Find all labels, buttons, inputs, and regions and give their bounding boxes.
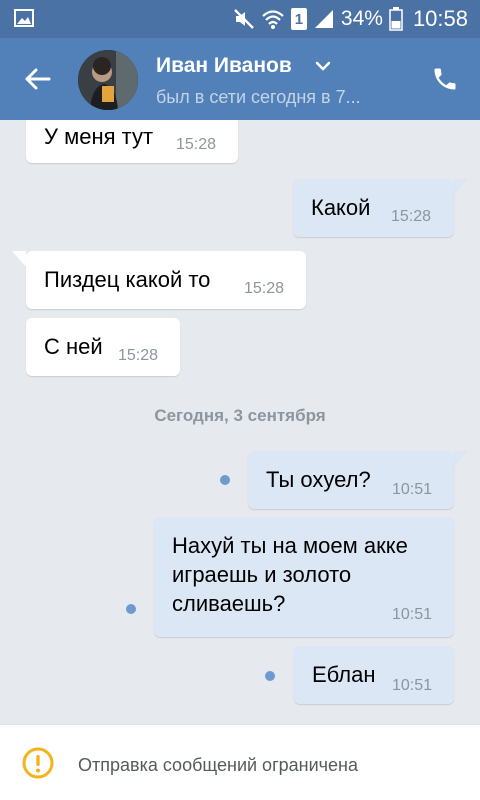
message-incoming[interactable]: У меня тут 15:28 [26, 120, 238, 163]
message-time: 15:28 [176, 136, 217, 153]
message-incoming[interactable]: Пиздец какой то 15:28 [26, 251, 306, 309]
message-text: Еблан [312, 662, 376, 687]
status-bar: 1 34% 10:58 [0, 0, 480, 38]
message-incoming[interactable]: С ней 15:28 [26, 318, 180, 376]
gallery-notification-icon [14, 9, 34, 27]
message-time: 10:51 [392, 677, 433, 694]
messaging-restricted-bar: Отправка сообщений ограничена [0, 724, 480, 800]
message-outgoing[interactable]: Еблан 10:51 [294, 646, 454, 704]
chevron-down-icon[interactable] [315, 60, 331, 72]
message-text: У меня тут [44, 124, 154, 149]
date-separator: Сегодня, 3 сентября [154, 406, 326, 425]
call-button[interactable] [424, 58, 466, 100]
message-outgoing[interactable]: Ты охуел? 10:51 [248, 451, 454, 509]
mute-icon [234, 9, 254, 29]
message-text: Ты охуел? [266, 467, 371, 492]
message-time: 15:28 [244, 280, 285, 297]
message-outgoing[interactable]: Нахуй ты на моем акке играешь и золото с… [154, 517, 454, 637]
avatar-photo [78, 50, 138, 110]
message-text-line: Нахуй ты на моем акке [172, 533, 408, 558]
message-time: 10:51 [392, 606, 433, 623]
restriction-message: Отправка сообщений ограничена [78, 755, 358, 775]
chat-header: Иван Иванов был в сети сегодня в 7... [0, 38, 480, 120]
last-seen-status: был в сети сегодня в 7... [156, 87, 361, 107]
message-time: 10:51 [392, 481, 433, 498]
bubble-tail [454, 179, 468, 195]
bubble-tail [12, 251, 26, 267]
message-time: 15:28 [118, 347, 159, 364]
avatar[interactable] [78, 50, 138, 110]
message-text: Пиздец какой то [44, 267, 211, 292]
unread-dot [265, 671, 275, 681]
warning-icon [22, 747, 54, 779]
unread-dot [220, 475, 230, 485]
sim-icon: 1 [290, 8, 307, 30]
message-time: 15:28 [391, 208, 432, 225]
contact-name[interactable]: Иван Иванов [156, 54, 292, 78]
battery-icon [389, 7, 403, 31]
message-list[interactable]: У меня тут 15:28 Какой 15:28 Пиздец како… [0, 120, 480, 724]
message-text: Какой [311, 195, 371, 220]
phone-icon [434, 68, 456, 90]
bubble-tail [454, 451, 468, 467]
message-text-line: сливаешь? [172, 591, 286, 616]
arrow-left-icon [25, 68, 51, 90]
sim-number: 1 [294, 10, 304, 28]
clock: 10:58 [412, 6, 468, 31]
signal-icon [314, 10, 333, 28]
back-button[interactable] [14, 58, 60, 100]
message-text-line: играешь и золото [172, 562, 352, 587]
battery-percent: 34% [340, 7, 383, 30]
wifi-icon [262, 10, 284, 29]
message-outgoing[interactable]: Какой 15:28 [293, 179, 454, 237]
message-text: С ней [44, 334, 103, 359]
unread-dot [126, 604, 136, 614]
